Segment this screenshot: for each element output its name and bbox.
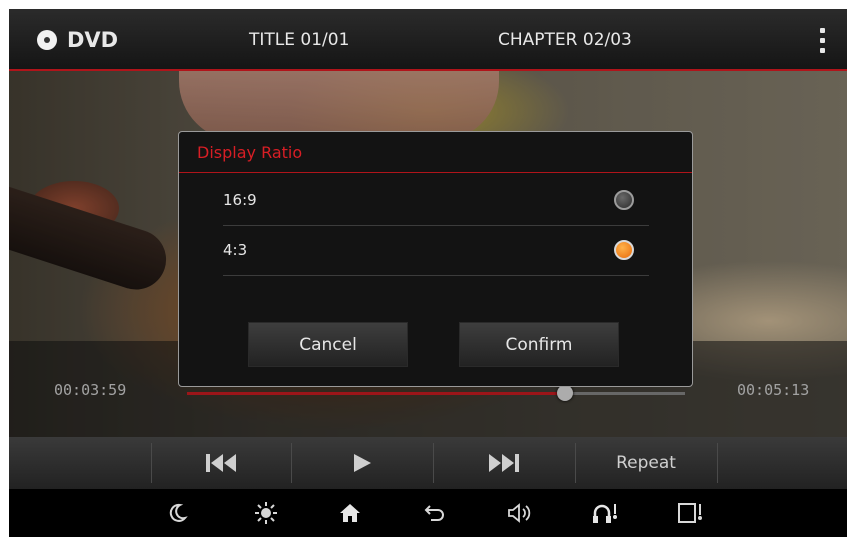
cancel-button[interactable]: Cancel <box>248 322 408 367</box>
night-mode-icon[interactable] <box>164 499 192 527</box>
confirm-button[interactable]: Confirm <box>459 322 619 367</box>
dvd-disc-icon <box>37 30 57 50</box>
ratio-option-4-3[interactable]: 4:3 <box>223 226 649 276</box>
divider <box>717 443 718 483</box>
more-vertical-icon[interactable] <box>809 26 835 56</box>
system-bar <box>9 489 847 537</box>
radio-button[interactable] <box>614 240 634 260</box>
play-icon <box>354 454 371 472</box>
volume-icon[interactable] <box>506 499 534 527</box>
skip-next-icon <box>489 454 519 472</box>
chapter-indicator: CHAPTER 02/03 <box>498 30 632 50</box>
screen-off-icon[interactable] <box>677 499 705 527</box>
next-button[interactable] <box>433 437 575 489</box>
repeat-button[interactable]: Repeat <box>575 437 717 489</box>
infotainment-screen: DVD TITLE 01/01 CHAPTER 02/03 00:03:59 0… <box>9 9 847 537</box>
home-icon[interactable] <box>336 499 364 527</box>
display-ratio-dialog: Display Ratio 16:9 4:3 Cancel Confirm <box>178 131 693 387</box>
brightness-icon[interactable] <box>252 499 280 527</box>
top-bar: DVD TITLE 01/01 CHAPTER 02/03 <box>9 9 847 71</box>
ratio-option-16-9[interactable]: 16:9 <box>223 176 649 226</box>
source-label: DVD <box>67 28 119 52</box>
back-icon[interactable] <box>421 499 449 527</box>
title-indicator: TITLE 01/01 <box>249 30 350 50</box>
skip-previous-icon <box>206 454 236 472</box>
dialog-title-divider <box>179 172 692 173</box>
ratio-option-label: 16:9 <box>223 191 257 209</box>
playback-controls: Repeat <box>9 437 847 489</box>
voice-call-icon[interactable] <box>592 499 620 527</box>
dialog-title: Display Ratio <box>197 143 303 162</box>
radio-button[interactable] <box>614 190 634 210</box>
previous-button[interactable] <box>151 437 291 489</box>
ratio-option-label: 4:3 <box>223 241 248 259</box>
play-button[interactable] <box>291 437 433 489</box>
